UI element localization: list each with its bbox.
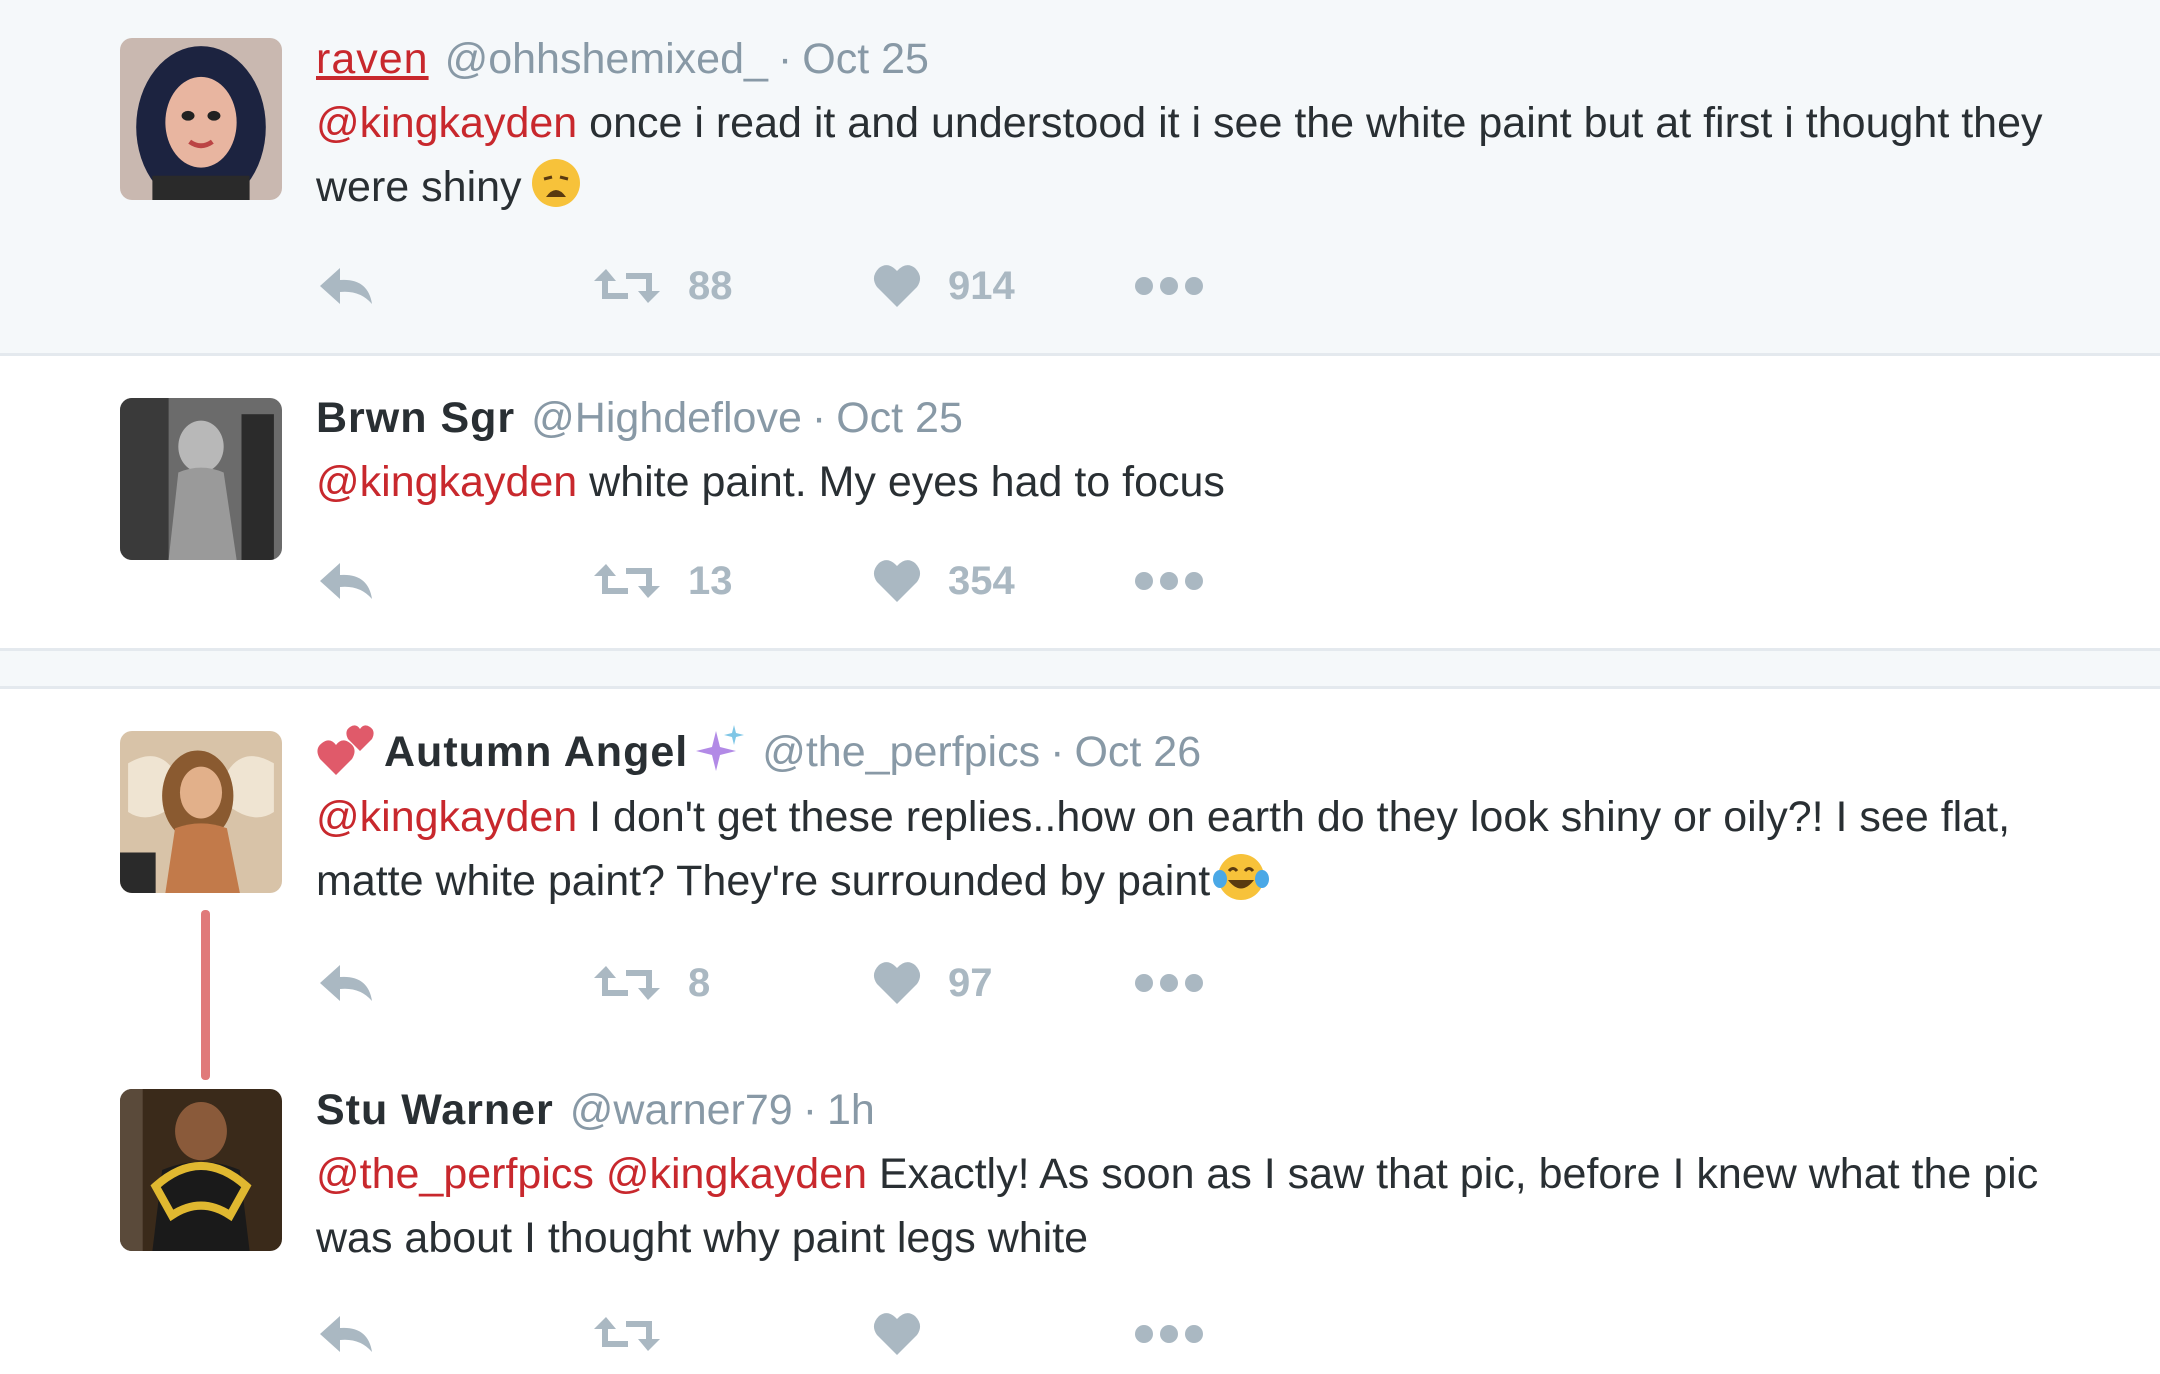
retweet-button[interactable]: 13 [592, 551, 733, 611]
author-name[interactable]: Autumn Angel [384, 728, 688, 777]
avatar[interactable] [120, 1089, 282, 1251]
conversation-gap [0, 651, 2160, 686]
reply-button[interactable] [316, 953, 376, 1013]
retweet-count: 88 [688, 263, 733, 308]
avatar[interactable] [120, 398, 282, 560]
tweet-text: @kingkayden I don't get these replies..h… [316, 785, 2076, 921]
mention-link[interactable]: @kingkayden [316, 99, 577, 147]
more-icon [1135, 277, 1203, 295]
author-name[interactable]: Stu Warner [316, 1086, 554, 1135]
more-button[interactable] [1134, 953, 1204, 1013]
separator: · [1050, 727, 1065, 776]
heart-icon [873, 560, 921, 602]
tweet-actions: 88 914 [316, 256, 1216, 316]
like-button[interactable]: 914 [872, 256, 1015, 316]
reply-icon [320, 965, 372, 1001]
face-with-tears-of-joy-emoji-icon [1212, 851, 1270, 921]
author-name[interactable]: raven [316, 35, 429, 84]
retweet-icon [594, 269, 660, 303]
reply-icon [320, 563, 372, 599]
like-count: 97 [948, 960, 993, 1005]
heart-icon [873, 962, 921, 1004]
more-button[interactable] [1134, 1304, 1204, 1364]
mention-link[interactable]: @kingkayden [316, 793, 577, 841]
retweet-icon [594, 966, 660, 1000]
retweet-count: 13 [688, 558, 733, 603]
author-handle[interactable]: @the_perfpics [762, 728, 1040, 777]
retweet-icon [594, 564, 660, 598]
retweet-button[interactable]: 88 [592, 256, 733, 316]
retweet-count: 8 [688, 960, 711, 1005]
tweet-actions: 13 354 [316, 551, 1216, 611]
separator: · [811, 393, 827, 442]
more-button[interactable] [1134, 256, 1204, 316]
like-count: 914 [948, 263, 1015, 308]
two-hearts-emoji-icon [316, 723, 376, 782]
author-handle[interactable]: @Highdeflove [531, 394, 802, 443]
heart-icon [873, 1313, 921, 1355]
tweet-text: @the_perfpics @kingkayden Exactly! As so… [316, 1142, 2056, 1270]
sparkles-emoji-icon [692, 723, 746, 782]
like-button[interactable] [872, 1304, 948, 1364]
like-button[interactable]: 354 [872, 551, 1015, 611]
avatar[interactable] [120, 38, 282, 200]
reply-button[interactable] [316, 551, 376, 611]
tweet-text: @kingkayden once i read it and understoo… [316, 91, 2116, 227]
reply-button[interactable] [316, 1304, 376, 1364]
tweet-stu-warner[interactable]: Stu Warner @warner79 · 1h @the_perfpics … [0, 1059, 2160, 1374]
avatar[interactable] [120, 731, 282, 893]
timestamp[interactable]: Oct 25 [802, 35, 929, 84]
reply-icon [320, 1316, 372, 1352]
author-handle[interactable]: @warner79 [570, 1086, 793, 1135]
tweet-raven[interactable]: raven @ohhshemixed_ · Oct 25 @kingkayden… [0, 0, 2160, 353]
mention-link[interactable]: @the_perfpics @kingkayden [316, 1150, 867, 1198]
tweet-actions [316, 1304, 1216, 1364]
more-button[interactable] [1134, 551, 1204, 611]
retweet-button[interactable]: 8 [592, 953, 710, 1013]
tweet-autumn-angel[interactable]: Autumn Angel @the_perfpics · Oct 26 @kin… [0, 689, 2160, 1080]
like-count: 354 [948, 558, 1015, 603]
mention-link[interactable]: @kingkayden [316, 458, 577, 506]
retweet-icon [594, 1317, 660, 1351]
retweet-button[interactable] [592, 1304, 688, 1364]
reply-icon [320, 268, 372, 304]
like-button[interactable]: 97 [872, 953, 993, 1013]
timestamp[interactable]: Oct 26 [1074, 728, 1201, 777]
more-icon [1135, 572, 1203, 590]
tweet-body: white paint. My eyes had to focus [577, 458, 1225, 506]
timestamp[interactable]: 1h [827, 1086, 875, 1135]
author-handle[interactable]: @ohhshemixed_ [445, 35, 768, 84]
tweet-text: @kingkayden white paint. My eyes had to … [316, 450, 2116, 514]
tweet-actions: 8 97 [316, 953, 1216, 1013]
author-name[interactable]: Brwn Sgr [316, 394, 515, 443]
tweet-brwn-sgr[interactable]: Brwn Sgr @Highdeflove · Oct 25 @kingkayd… [0, 356, 2160, 648]
thread-line [201, 910, 210, 1080]
reply-button[interactable] [316, 256, 376, 316]
heart-icon [873, 265, 921, 307]
separator: · [802, 1085, 818, 1134]
weary-face-emoji-icon [530, 157, 582, 227]
more-icon [1135, 1325, 1203, 1343]
separator: · [777, 34, 793, 83]
more-icon [1135, 974, 1203, 992]
timestamp[interactable]: Oct 25 [836, 394, 963, 443]
